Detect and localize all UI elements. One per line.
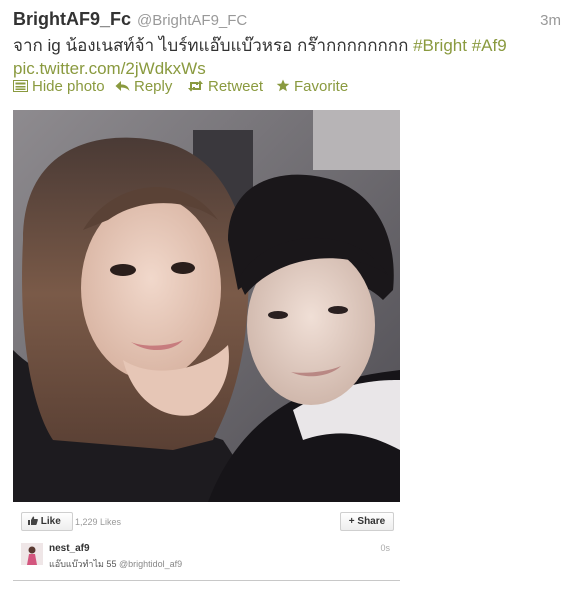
like-count: 1,229 Likes: [75, 517, 122, 527]
like-button[interactable]: Like: [21, 512, 73, 531]
photo-icon: [13, 79, 28, 96]
comment-mention[interactable]: @brightidol_af9: [119, 559, 182, 569]
pic-link[interactable]: pic.twitter.com/2jWdkxWs: [13, 59, 206, 78]
comment-username[interactable]: nest_af9: [49, 543, 90, 554]
tweet: BrightAF9_Fc @BrightAF9_FC 3m จาก ig น้อ…: [0, 0, 571, 591]
retweet-button[interactable]: Retweet: [187, 78, 263, 96]
reply-label: Reply: [134, 78, 173, 95]
tweet-text: จาก ig น้องเนสท์จ้า ไบร์ทแอ๊บแบ๊วหรอ กร๊…: [13, 34, 561, 80]
comment-time: 0s: [380, 543, 390, 553]
comment-body: แอ๊บแบ๊วทำไม 55: [49, 559, 119, 569]
retweet-icon: [187, 79, 204, 96]
thumbs-up-icon: [28, 516, 41, 527]
favorite-label: Favorite: [294, 78, 349, 95]
reply-button[interactable]: Reply: [115, 78, 172, 96]
facebook-embed: Like 1,229 Likes + Share nest_af9 แอ๊บแบ…: [13, 502, 400, 581]
hide-photo-button[interactable]: Hide photo: [13, 78, 105, 96]
retweet-label: Retweet: [208, 78, 264, 95]
tweet-header: BrightAF9_Fc @BrightAF9_FC 3m: [13, 8, 561, 32]
share-button[interactable]: + Share: [340, 512, 394, 531]
selfie-photo: [13, 110, 400, 502]
timestamp[interactable]: 3m: [540, 12, 561, 29]
like-label: Like: [40, 516, 61, 527]
hashtag-af9[interactable]: #Af9: [472, 36, 507, 55]
hide-photo-label: Hide photo: [32, 78, 105, 95]
favorite-icon: [276, 79, 290, 96]
reply-icon: [115, 79, 130, 96]
plus-icon: +: [348, 516, 355, 527]
share-label: Share: [357, 516, 386, 527]
hashtag-bright[interactable]: #Bright: [413, 36, 467, 55]
tweet-photo[interactable]: [13, 110, 400, 502]
favorite-button[interactable]: Favorite: [276, 78, 348, 96]
avatar[interactable]: [21, 543, 43, 565]
tweet-body: จาก ig น้องเนสท์จ้า ไบร์ทแอ๊บแบ๊วหรอ กร๊…: [13, 36, 414, 55]
display-name[interactable]: BrightAF9_Fc: [13, 9, 131, 30]
comment-text: แอ๊บแบ๊วทำไม 55 @brightidol_af9: [49, 557, 182, 571]
user-handle[interactable]: @BrightAF9_FC: [137, 12, 247, 29]
